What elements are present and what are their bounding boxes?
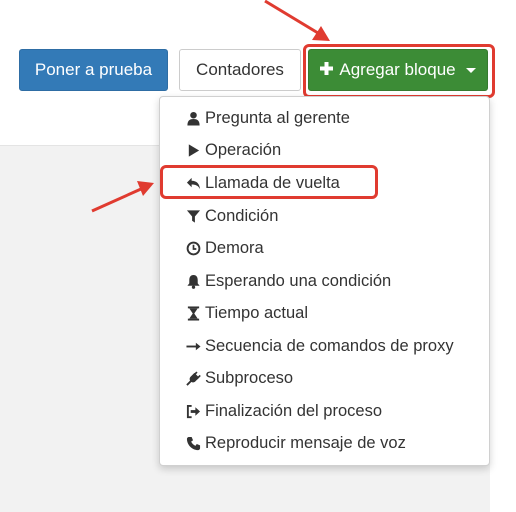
highlight-callback: [160, 165, 378, 199]
arrow-right-icon: [184, 337, 202, 355]
menu-item-label: Secuencia de comandos de proxy: [205, 336, 454, 355]
bell-icon: [184, 272, 202, 290]
sign-out-icon: [184, 402, 202, 420]
filter-icon: [184, 207, 202, 225]
menu-item-ask-manager[interactable]: Pregunta al gerente: [184, 105, 350, 131]
menu-item-operation[interactable]: Operación: [184, 137, 281, 163]
menu-item-label: Tiempo actual: [205, 303, 309, 322]
menu-item-label: Operación: [205, 140, 282, 159]
user-icon: [184, 109, 202, 127]
menu-item-play-voice[interactable]: Reproducir mensaje de voz: [184, 430, 406, 456]
menu-item-delay[interactable]: Demora: [184, 235, 264, 261]
menu-item-label: Subproceso: [205, 368, 294, 387]
menu-item-proxy-script[interactable]: Secuencia de comandos de proxy: [184, 333, 454, 359]
menu-item-condition[interactable]: Condición: [184, 203, 278, 229]
add-block-dropdown: Pregunta al gerente Operación Llamada de…: [159, 96, 490, 466]
play-icon: [184, 141, 202, 159]
menu-item-subprocess[interactable]: Subproceso: [184, 365, 293, 391]
menu-item-label: Demora: [205, 238, 264, 257]
menu-item-label: Esperando una condición: [205, 271, 392, 290]
menu-item-waiting-condition[interactable]: Esperando una condición: [184, 268, 391, 294]
clock-icon: [184, 239, 202, 257]
menu-item-current-time[interactable]: Tiempo actual: [184, 300, 308, 326]
hourglass-icon: [184, 304, 202, 322]
highlight-add-block: [303, 44, 495, 98]
counters-button-label: Contadores: [196, 60, 284, 79]
plug-icon: [184, 369, 202, 387]
menu-item-label: Pregunta al gerente: [205, 108, 350, 127]
menu-item-label: Condición: [205, 206, 279, 225]
test-button-label: Poner a prueba: [34, 60, 153, 79]
menu-item-label: Reproducir mensaje de voz: [205, 433, 406, 452]
phone-icon: [184, 434, 202, 452]
menu-item-process-end[interactable]: Finalización del proceso: [184, 398, 382, 424]
test-button[interactable]: Poner a prueba: [19, 49, 168, 91]
arrow-to-add-block: [264, 0, 330, 41]
menu-item-label: Finalización del proceso: [205, 401, 383, 420]
counters-button[interactable]: Contadores: [179, 49, 301, 91]
